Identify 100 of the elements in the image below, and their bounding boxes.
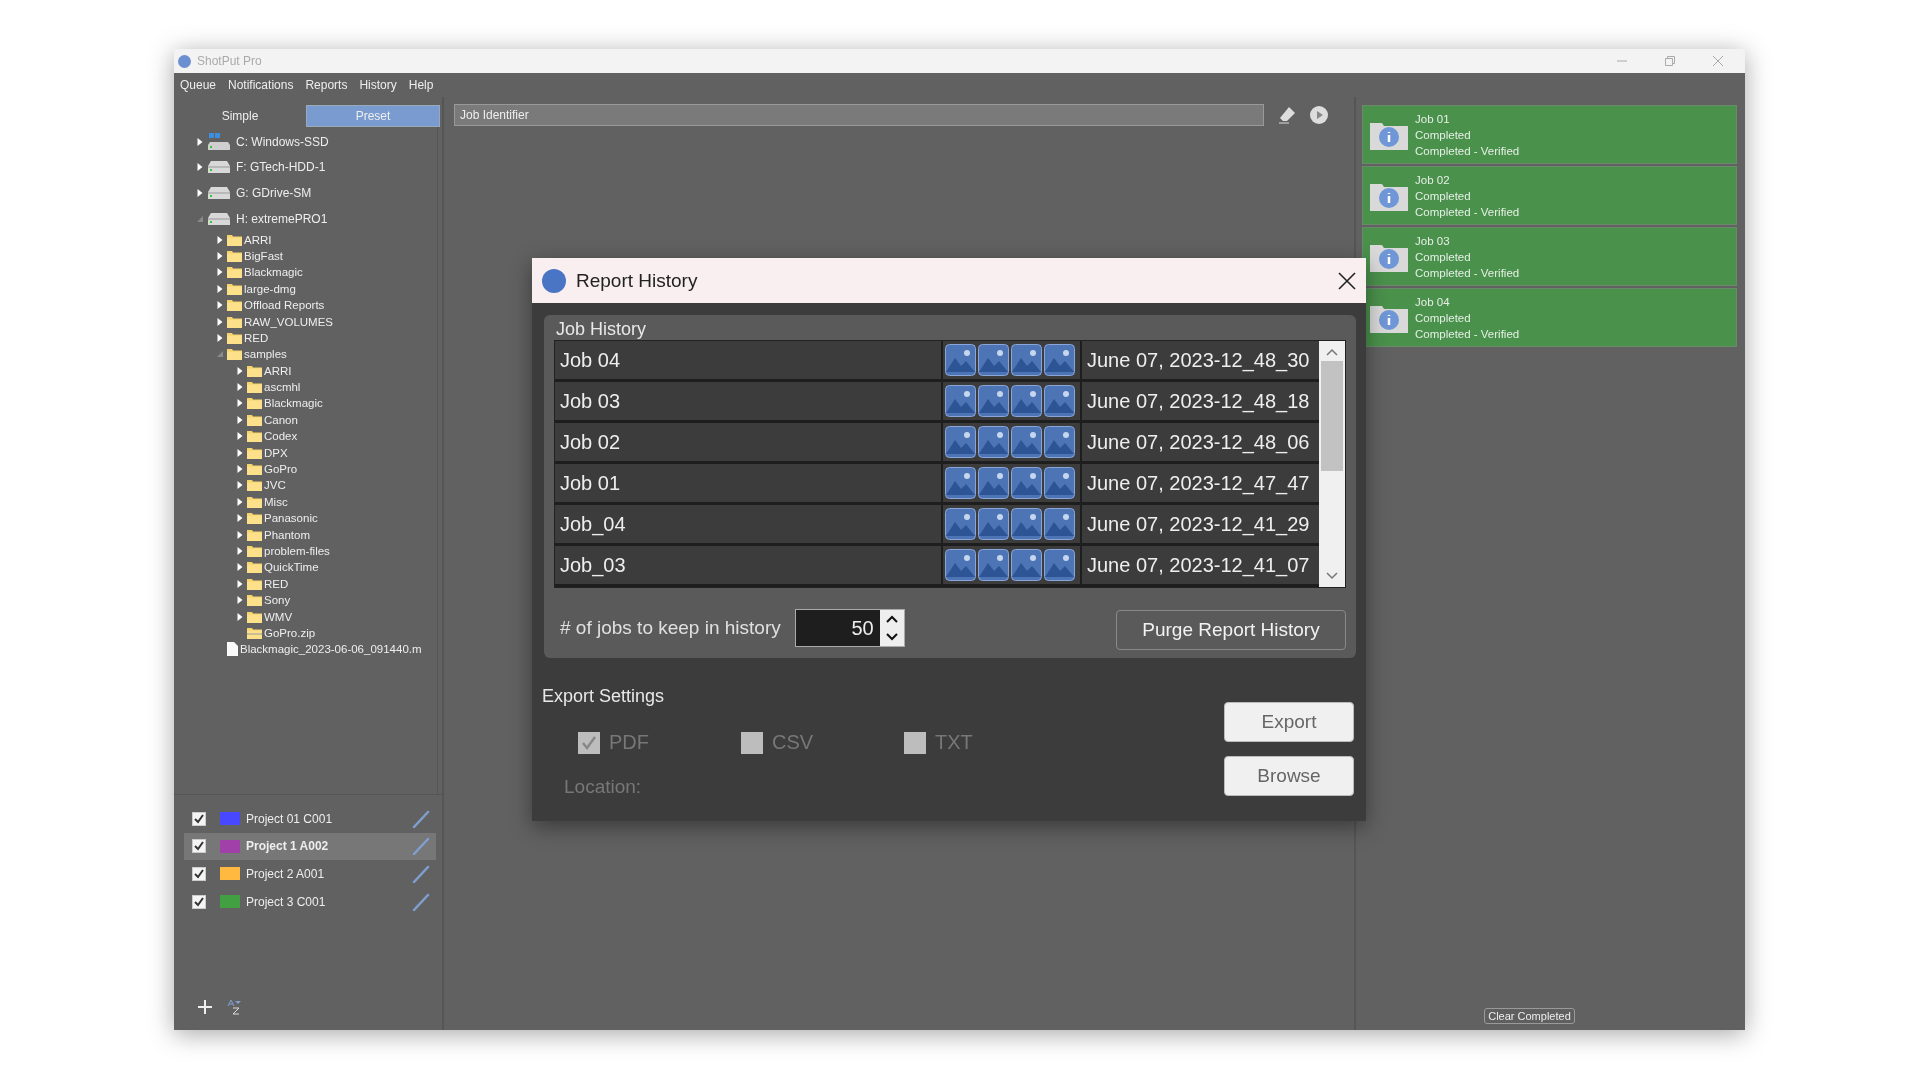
scroll-down-icon[interactable] bbox=[1325, 571, 1339, 581]
tree-item[interactable]: GoPro.zip bbox=[264, 626, 316, 639]
expander-icon[interactable] bbox=[216, 268, 224, 277]
expander-icon[interactable] bbox=[236, 465, 244, 474]
project-row[interactable]: Project 1 A002 bbox=[184, 832, 436, 861]
job-detail: Completed - Verified bbox=[1415, 326, 1520, 342]
tree-item[interactable]: Panasonic bbox=[264, 512, 318, 525]
expander-icon[interactable] bbox=[236, 448, 244, 457]
tree-item[interactable]: DPX bbox=[264, 446, 288, 459]
job-name-cell[interactable]: Job 04 bbox=[555, 341, 941, 379]
job-name-cell[interactable]: Job 02 bbox=[555, 423, 941, 461]
tree-item[interactable]: JVC bbox=[264, 479, 286, 492]
expander-icon[interactable] bbox=[236, 514, 244, 523]
expander-icon[interactable] bbox=[236, 497, 244, 506]
tree-item[interactable]: large-dmg bbox=[244, 282, 296, 295]
tree-item[interactable]: ascmhl bbox=[264, 381, 301, 394]
purge-history-button[interactable]: Purge Report History bbox=[1116, 610, 1346, 650]
tree-item[interactable]: Blackmagic_2023-06-06_091440.m bbox=[240, 643, 422, 656]
project-checkbox[interactable] bbox=[192, 811, 206, 826]
tree-item[interactable]: F: GTech-HDD-1 bbox=[236, 160, 326, 175]
expander-icon[interactable] bbox=[196, 137, 204, 146]
sort-icon[interactable] bbox=[226, 999, 242, 1015]
menu-item[interactable]: History bbox=[359, 78, 397, 92]
job-name-cell[interactable]: Job 03 bbox=[555, 382, 941, 420]
expander-icon[interactable] bbox=[196, 189, 204, 197]
expander-icon[interactable] bbox=[216, 317, 224, 326]
expander-icon[interactable] bbox=[236, 530, 244, 539]
play-icon[interactable] bbox=[1310, 106, 1328, 124]
tree-item[interactable]: BigFast bbox=[244, 249, 283, 262]
menu-item[interactable]: Notifications bbox=[228, 78, 294, 92]
expander-icon[interactable] bbox=[196, 163, 204, 172]
tree-item[interactable]: Sony bbox=[264, 594, 291, 607]
job-name-cell[interactable]: Job 01 bbox=[555, 464, 941, 502]
tree-item[interactable]: GoPro bbox=[264, 463, 298, 476]
tree-item[interactable]: RED bbox=[264, 577, 289, 590]
export-button[interactable]: Export bbox=[1224, 702, 1354, 742]
tree-item[interactable]: Offload Reports bbox=[244, 299, 325, 312]
project-checkbox[interactable] bbox=[192, 839, 206, 854]
expander-icon[interactable] bbox=[216, 301, 224, 310]
decrement-icon[interactable] bbox=[883, 631, 900, 643]
scrollbar[interactable] bbox=[1319, 341, 1345, 587]
queue-job-card[interactable]: Job 02 Completed Completed - Verified bbox=[1362, 166, 1737, 225]
mode-tab[interactable]: Simple bbox=[174, 105, 306, 127]
tree-item[interactable]: G: GDrive-SM bbox=[236, 186, 312, 200]
job-identifier-field[interactable]: Job Identifier bbox=[454, 104, 1264, 126]
tree-item[interactable]: ARRI bbox=[244, 233, 272, 246]
jobs-count-spinbox[interactable]: 50 bbox=[794, 609, 905, 647]
project-row[interactable]: Project 2 A001 bbox=[184, 860, 436, 888]
scroll-up-icon[interactable] bbox=[1325, 347, 1339, 357]
picture-icon bbox=[978, 426, 1009, 458]
eraser-icon[interactable] bbox=[1278, 106, 1296, 124]
expander-icon[interactable] bbox=[236, 399, 244, 408]
job-name-cell[interactable]: Job_04 bbox=[555, 505, 941, 543]
tree-item[interactable]: H: extremePRO1 bbox=[236, 211, 328, 226]
tree-item[interactable]: WMV bbox=[264, 610, 293, 623]
clear-completed-button[interactable]: Clear Completed bbox=[1484, 1008, 1575, 1024]
expander-icon[interactable] bbox=[216, 251, 224, 260]
project-row[interactable]: Project 3 C001 bbox=[184, 887, 436, 916]
tree-item[interactable]: Canon bbox=[264, 413, 298, 426]
tree-item[interactable]: Blackmagic bbox=[244, 266, 303, 279]
expander-icon[interactable] bbox=[236, 579, 244, 588]
expander-icon[interactable] bbox=[236, 596, 244, 605]
expander-icon[interactable] bbox=[236, 366, 244, 375]
tree-item[interactable]: ARRI bbox=[264, 364, 292, 377]
tree-item[interactable]: samples bbox=[244, 348, 287, 361]
close-icon[interactable] bbox=[1338, 271, 1356, 290]
add-icon[interactable] bbox=[198, 1000, 212, 1014]
project-checkbox[interactable] bbox=[192, 867, 206, 881]
expander-icon[interactable] bbox=[236, 432, 244, 441]
location-label: Location: bbox=[564, 776, 643, 798]
tree-item[interactable]: Phantom bbox=[264, 528, 311, 541]
expander-icon[interactable] bbox=[216, 333, 224, 342]
menu-item[interactable]: Reports bbox=[305, 78, 348, 92]
queue-job-card[interactable]: Job 03 Completed Completed - Verified bbox=[1362, 227, 1737, 286]
menu-item[interactable]: Help bbox=[408, 78, 434, 92]
expander-icon[interactable] bbox=[236, 612, 244, 621]
folder-icon bbox=[227, 315, 242, 328]
job-name-cell[interactable]: Job_03 bbox=[555, 546, 941, 584]
picture-icon bbox=[945, 467, 976, 499]
tree-item[interactable]: QuickTime bbox=[264, 561, 319, 574]
tree-item[interactable]: C: Windows-SSD bbox=[236, 134, 329, 149]
expander-icon[interactable] bbox=[236, 547, 244, 555]
queue-job-card[interactable]: Job 01 Completed Completed - Verified bbox=[1362, 105, 1737, 164]
picture-icon bbox=[1011, 344, 1042, 376]
tree-item[interactable]: Misc bbox=[264, 495, 288, 508]
expander-icon[interactable] bbox=[236, 415, 244, 424]
project-checkbox[interactable] bbox=[192, 894, 206, 909]
expander-icon[interactable] bbox=[236, 563, 244, 572]
tree-item[interactable]: RED bbox=[244, 331, 269, 344]
browse-button[interactable]: Browse bbox=[1224, 756, 1354, 796]
expander-icon[interactable] bbox=[216, 235, 224, 244]
tree-item[interactable]: Blackmagic bbox=[264, 397, 323, 410]
menu-item[interactable]: Queue bbox=[180, 78, 217, 92]
expander-icon[interactable] bbox=[236, 481, 244, 490]
project-row[interactable]: Project 01 C001 bbox=[184, 805, 436, 833]
expander-icon[interactable] bbox=[236, 383, 244, 392]
tree-item[interactable]: Codex bbox=[264, 430, 298, 443]
expander-icon[interactable] bbox=[216, 284, 224, 293]
tree-item[interactable]: problem-files bbox=[264, 545, 330, 557]
tree-item[interactable]: RAW_VOLUMES bbox=[244, 315, 334, 328]
